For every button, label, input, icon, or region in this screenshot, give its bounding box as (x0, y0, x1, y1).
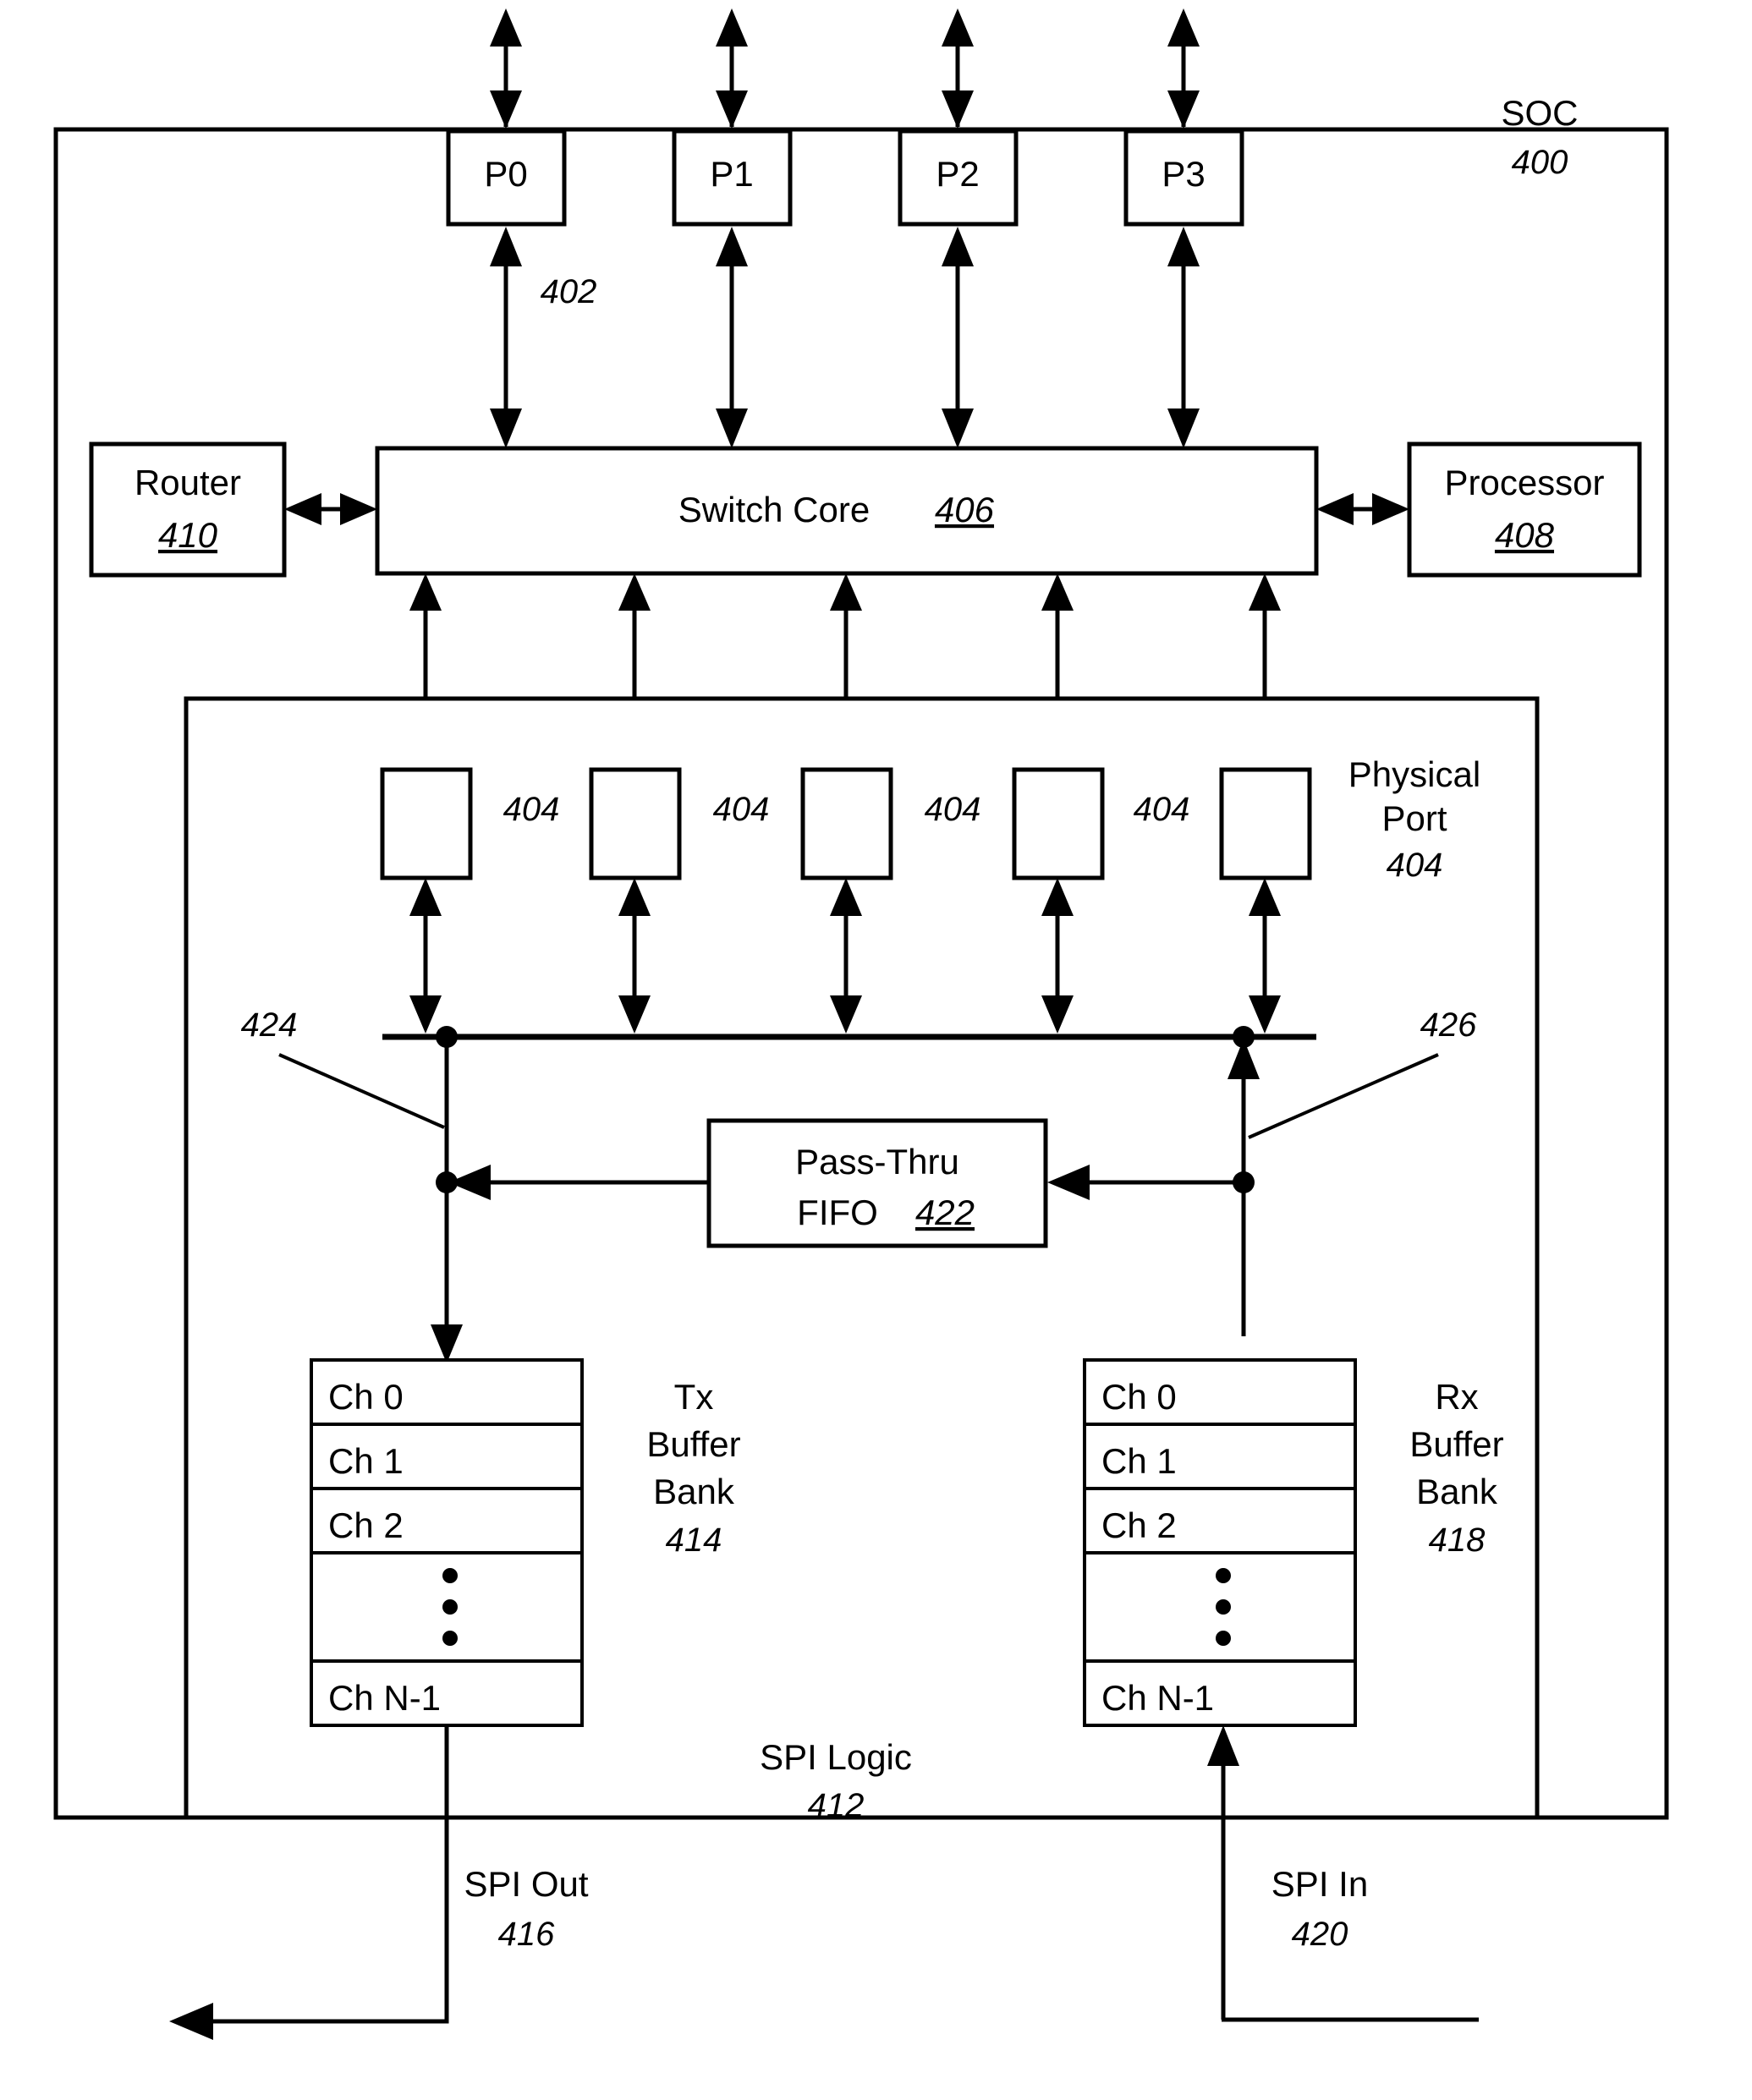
tx-buffer-bank-ref: 414 (666, 1522, 722, 1559)
tx-channel-2-label: Ch 2 (328, 1505, 404, 1545)
soc-label: SOC (1501, 93, 1578, 133)
tx-channel-1-label: Ch 1 (328, 1441, 404, 1481)
spi-in-ref: 420 (1292, 1916, 1348, 1953)
tx-channel-0-label: Ch 0 (328, 1377, 404, 1417)
spi-out-ref: 416 (498, 1916, 555, 1953)
rx-channel-0-label: Ch 0 (1101, 1377, 1177, 1417)
rx-channel-1-label: Ch 1 (1101, 1441, 1177, 1481)
switch-core-ref: 406 (935, 490, 995, 529)
router-label: Router (135, 463, 241, 502)
spi-logic-label: SPI Logic (760, 1737, 912, 1777)
rx-channel-n-label: Ch N-1 (1101, 1678, 1214, 1718)
physical-port-legend-ref: 404 (1387, 847, 1443, 884)
rx-buffer-bank-line1: Rx (1435, 1377, 1478, 1417)
pass-thru-fifo-line2: FIFO (797, 1193, 878, 1232)
tx-channel-n-label: Ch N-1 (328, 1678, 441, 1718)
tx-buffer-bank-line2: Buffer (646, 1424, 740, 1464)
tx-buffer-bank-line3: Bank (653, 1472, 735, 1511)
tx-buffer-ellipsis-icon (442, 1568, 458, 1646)
patent-figure-canvas: SOC 400 P0 P1 P2 P3 402 Router 410 Switc… (53, 8, 1669, 2040)
physical-port-ref-1: 404 (503, 791, 560, 828)
external-port-label-p2: P2 (936, 154, 979, 194)
processor-label: Processor (1444, 463, 1604, 502)
physical-port-box-1[interactable] (380, 767, 473, 880)
tx-buffer-bank: Ch 0 Ch 1 Ch 2 Ch N-1 (310, 1358, 584, 1727)
spi-in-label: SPI In (1271, 1864, 1368, 1904)
physical-port-ref-3: 404 (925, 791, 981, 828)
rx-buffer-bank-ref: 418 (1429, 1522, 1486, 1559)
physical-port-ref-2: 404 (713, 791, 770, 828)
soc-ref: 400 (1512, 144, 1568, 181)
physical-port-legend-line1: Physical (1348, 754, 1480, 794)
router-ref: 410 (158, 515, 218, 555)
rx-path-ref: 426 (1420, 1006, 1477, 1044)
rx-buffer-ellipsis-icon (1216, 1568, 1231, 1646)
rx-buffer-bank: Ch 0 Ch 1 Ch 2 Ch N-1 (1083, 1358, 1357, 1727)
physical-port-box-2[interactable] (589, 767, 682, 880)
physical-port-box-4[interactable] (1012, 767, 1105, 880)
physical-port-box-5[interactable] (1219, 767, 1312, 880)
external-port-link-ref: 402 (541, 273, 597, 310)
tx-buffer-bank-line1: Tx (674, 1377, 714, 1417)
spi-logic-ref: 412 (808, 1787, 865, 1824)
physical-port-box-3[interactable] (800, 767, 893, 880)
tx-path-ref: 424 (241, 1006, 298, 1044)
spi-out-arrowhead (169, 2003, 213, 2040)
rx-buffer-bank-line3: Bank (1416, 1472, 1498, 1511)
physical-port-legend-line2: Port (1381, 798, 1447, 838)
processor-ref: 408 (1495, 515, 1555, 555)
external-port-label-p1: P1 (710, 154, 753, 194)
rx-channel-2-label: Ch 2 (1101, 1505, 1177, 1545)
pass-thru-fifo-ref: 422 (915, 1193, 975, 1232)
external-link-arrows (490, 8, 1200, 129)
switch-core-label: Switch Core (678, 490, 870, 529)
external-port-label-p0: P0 (484, 154, 527, 194)
rx-buffer-bank-line2: Buffer (1409, 1424, 1503, 1464)
physical-port-ref-4: 404 (1134, 791, 1190, 828)
spi-out-label: SPI Out (464, 1864, 588, 1904)
external-port-label-p3: P3 (1162, 154, 1205, 194)
pass-thru-fifo-line1: Pass-Thru (795, 1142, 959, 1182)
